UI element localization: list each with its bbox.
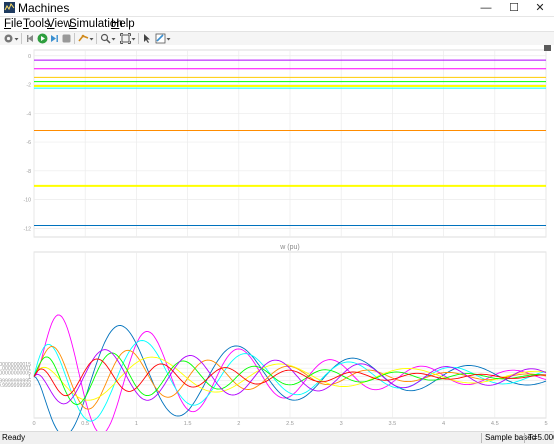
y-tick-label: -8 (26, 169, 31, 175)
menu-file-mnemonic: F (4, 18, 12, 30)
scope-app-icon (4, 2, 15, 13)
menu-simulation-mnemonic: S (69, 18, 77, 30)
axes-bottom[interactable]: 1.000000000151.00000000011.0000000000510… (0, 244, 548, 437)
run-icon[interactable] (37, 33, 48, 44)
title-bar: Machines — ☐ ✕ (0, 0, 554, 17)
x-tick-label: 2 (237, 421, 240, 427)
settings-icon[interactable] (3, 33, 14, 44)
status-bar: Ready Sample based T=5.000 (0, 431, 554, 444)
y-tick-label: -12 (24, 226, 32, 232)
stop-icon[interactable] (61, 33, 72, 44)
undock-icon[interactable] (544, 45, 551, 51)
cursor-measure-icon[interactable] (142, 33, 153, 44)
menu-bar: File Tools View Simulation Help (0, 17, 554, 31)
y-tick-label: 1.00000000005 (0, 370, 31, 376)
x-tick-label: 0.5 (81, 421, 89, 427)
toolbar-separator (138, 33, 139, 44)
step-forward-icon[interactable] (49, 33, 60, 44)
x-tick-label: 4 (442, 421, 445, 427)
back-icon[interactable] (25, 33, 36, 44)
y-tick-label: 0 (28, 54, 31, 60)
y-tick-label: -4 (26, 111, 31, 117)
zoom-icon[interactable] (100, 33, 111, 44)
settings-dropdown-icon[interactable] (14, 33, 19, 44)
scope-plot-area: 0-2-4-6-8-10-12 1.000000000151.000000000… (0, 45, 554, 437)
highlight-icon[interactable] (78, 33, 89, 44)
x-tick-label: 1 (135, 421, 138, 427)
x-tick-label: 3.5 (389, 421, 397, 427)
x-tick-label: 3 (340, 421, 343, 427)
fit-dropdown-icon[interactable] (131, 33, 136, 44)
y-tick-label: -6 (26, 140, 31, 146)
zoom-dropdown-icon[interactable] (111, 33, 116, 44)
scope-figure: 0-2-4-6-8-10-12 1.000000000151.000000000… (0, 45, 551, 437)
menu-help[interactable]: Help (111, 17, 135, 31)
y-tick-label: -10 (24, 198, 32, 204)
x-tick-label: 1.5 (184, 421, 192, 427)
y-tick-label: -2 (26, 83, 31, 89)
maximize-button[interactable]: ☐ (500, 0, 528, 16)
axes-top[interactable]: 0 -2 -4 -6 -8 -10 -12 (24, 49, 547, 238)
toolbar (0, 31, 554, 46)
y-tick-label: 0.9999999999 (0, 383, 31, 389)
toolbar-separator (96, 33, 97, 44)
axes-title: w (pu) (279, 244, 299, 251)
menu-tools[interactable]: Tools (23, 17, 50, 31)
menu-help-label: elp (119, 18, 135, 30)
style-icon[interactable] (155, 33, 166, 44)
status-sim-time: T=5.000 (524, 433, 554, 443)
x-tick-label: 2.5 (286, 421, 294, 427)
x-tick-label: 4.5 (491, 421, 499, 427)
window-title: Machines (18, 1, 70, 15)
x-tick-label: 0 (32, 421, 35, 427)
status-ready-text: Ready (2, 433, 26, 442)
menu-file-label: ile (11, 18, 23, 30)
toolbar-separator (21, 33, 22, 44)
toolbar-separator (74, 33, 75, 44)
minimize-button[interactable]: — (472, 0, 500, 16)
x-tick-label: 5 (544, 421, 547, 427)
highlight-dropdown-icon[interactable] (89, 33, 94, 44)
fit-to-view-icon[interactable] (120, 33, 131, 44)
close-button[interactable]: ✕ (526, 0, 554, 16)
menu-file[interactable]: File (4, 17, 23, 31)
style-dropdown-icon[interactable] (166, 33, 171, 44)
